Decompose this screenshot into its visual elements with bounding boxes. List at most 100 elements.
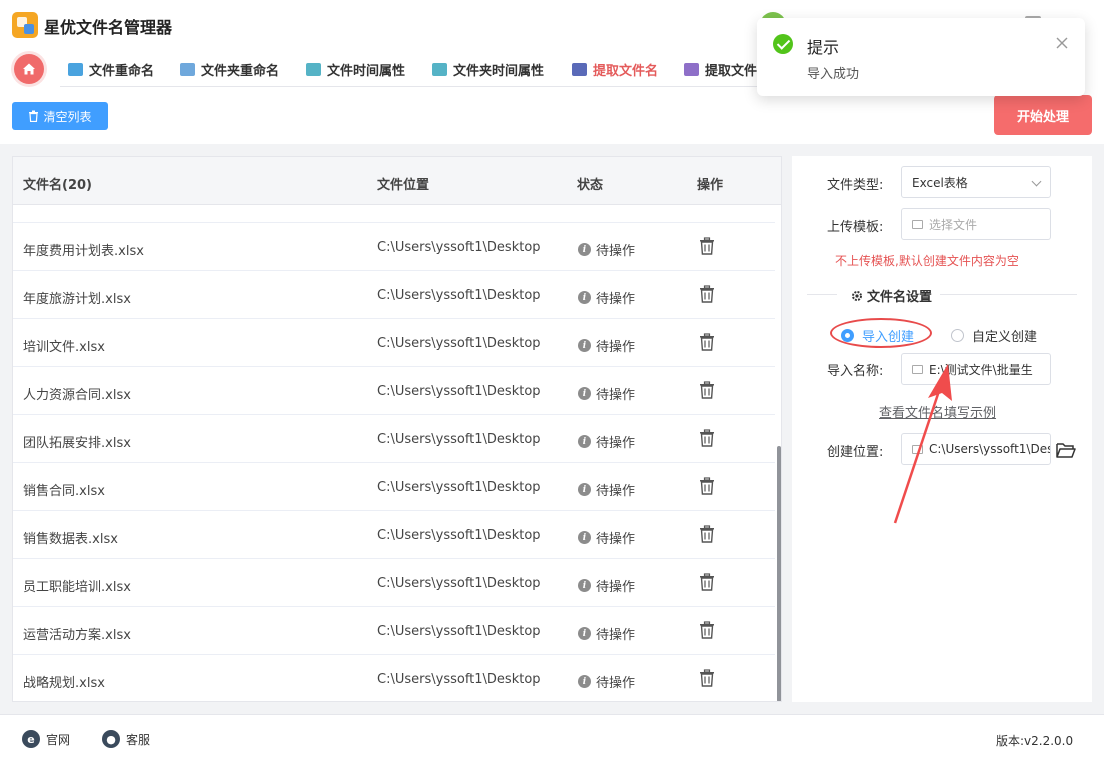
info-icon: i — [578, 483, 591, 496]
check-circle-icon — [773, 34, 793, 54]
tab-extract-file[interactable]: 提取文件 — [684, 58, 757, 80]
cell-location: C:\Users\yssoft1\Desktop — [377, 480, 541, 495]
cell-filename: 销售数据表.xlsx — [23, 532, 118, 547]
tab-extract-filename[interactable]: 提取文件名 — [572, 58, 658, 80]
cell-location: C:\Users\yssoft1\Desktop — [377, 384, 541, 399]
tab-folder-rename[interactable]: 文件夹重命名 — [180, 58, 279, 80]
status-text: 待操作 — [596, 628, 636, 643]
start-process-button[interactable]: 开始处理 — [994, 95, 1092, 135]
table-row[interactable]: 培训文件.xlsx C:\Users\yssoft1\Desktop i 待操作 — [13, 319, 775, 367]
delete-icon[interactable] — [698, 333, 716, 351]
delete-icon[interactable] — [698, 237, 716, 255]
website-link[interactable]: e 官网 — [22, 730, 70, 748]
cell-filename: 培训文件.xlsx — [23, 340, 105, 355]
upload-template-label: 上传模板: — [827, 220, 884, 235]
clear-list-button[interactable]: 清空列表 — [12, 102, 108, 130]
cell-location: C:\Users\yssoft1\Desktop — [377, 288, 541, 303]
header-status: 状态 — [577, 178, 604, 193]
file-time-icon — [306, 62, 321, 76]
cell-location: C:\Users\yssoft1\Desktop — [377, 672, 541, 687]
delete-icon[interactable] — [698, 381, 716, 399]
status-text: 待操作 — [596, 436, 636, 451]
status-text: 待操作 — [596, 388, 636, 403]
cell-location: C:\Users\yssoft1\Desktop — [377, 624, 541, 639]
chevron-down-icon — [1031, 176, 1042, 187]
table-row[interactable]: 员工职能培训.xlsx C:\Users\yssoft1\Desktop i 待操作 — [13, 559, 775, 607]
radio-unchecked-icon — [951, 329, 964, 342]
cell-filename: 团队拓展安排.xlsx — [23, 436, 131, 451]
table-row[interactable]: 战略规划.xlsx C:\Users\yssoft1\Desktop i 待操作 — [13, 655, 775, 701]
table-row[interactable]: 销售数据表.xlsx C:\Users\yssoft1\Desktop i 待操作 — [13, 511, 775, 559]
folder-icon — [912, 219, 923, 229]
table-row[interactable]: 年度旅游计划.xlsx C:\Users\yssoft1\Desktop i 待操作 — [13, 271, 775, 319]
info-icon: i — [578, 579, 591, 592]
delete-icon[interactable] — [698, 477, 716, 495]
clear-list-label: 清空列表 — [43, 109, 92, 124]
file-rename-icon — [68, 62, 83, 76]
cell-filename: 销售合同.xlsx — [23, 484, 105, 499]
upload-template-input[interactable]: 选择文件 — [901, 208, 1051, 240]
close-icon[interactable] — [1055, 36, 1069, 50]
info-icon: i — [578, 435, 591, 448]
cell-status: i 待操作 — [578, 480, 635, 499]
section-title-text: 文件名设置 — [867, 290, 933, 305]
table-body[interactable]: 年度费用计划表.xlsx C:\Users\yssoft1\Desktop i 待操作… — [13, 205, 775, 701]
cell-status: i 待操作 — [578, 336, 635, 355]
website-label: 官网 — [46, 732, 71, 747]
extract-file-icon — [684, 62, 699, 76]
support-link[interactable]: ● 客服 — [102, 730, 150, 748]
cell-status: i 待操作 — [578, 288, 635, 307]
status-text: 待操作 — [596, 244, 636, 259]
section-divider-left — [807, 294, 837, 295]
support-label: 客服 — [126, 732, 151, 747]
info-icon: i — [578, 387, 591, 400]
file-type-select[interactable]: Excel表格 — [901, 166, 1051, 198]
delete-icon[interactable] — [698, 429, 716, 447]
folder-time-icon — [432, 62, 447, 76]
extract-filename-icon — [572, 62, 587, 76]
delete-icon[interactable] — [698, 285, 716, 303]
home-icon — [23, 63, 35, 75]
cell-filename: 员工职能培训.xlsx — [23, 580, 131, 595]
cell-location: C:\Users\yssoft1\Desktop — [377, 432, 541, 447]
cell-location: C:\Users\yssoft1\Desktop — [377, 528, 541, 543]
status-text: 待操作 — [596, 292, 636, 307]
info-icon: i — [578, 291, 591, 304]
status-text: 待操作 — [596, 580, 636, 595]
app-logo-icon — [12, 12, 38, 38]
table-row[interactable]: 人力资源合同.xlsx C:\Users\yssoft1\Desktop i 待操作 — [13, 367, 775, 415]
delete-icon[interactable] — [698, 669, 716, 687]
cell-status: i 待操作 — [578, 528, 635, 547]
table-row[interactable]: 运营活动方案.xlsx C:\Users\yssoft1\Desktop i 待操作 — [13, 607, 775, 655]
tab-folder-time[interactable]: 文件夹时间属性 — [432, 58, 544, 80]
table-row[interactable]: 团队拓展安排.xlsx C:\Users\yssoft1\Desktop i 待操作 — [13, 415, 775, 463]
template-hint: 不上传模板,默认创建文件内容为空 — [835, 254, 1019, 268]
tab-file-rename[interactable]: 文件重命名 — [68, 58, 154, 80]
header-filename: 文件名(20) — [23, 178, 92, 193]
delete-icon[interactable] — [698, 573, 716, 591]
radio-custom-label: 自定义创建 — [972, 330, 1038, 345]
cell-filename: 年度旅游计划.xlsx — [23, 292, 131, 307]
home-button[interactable] — [14, 54, 44, 84]
scrollbar[interactable] — [777, 446, 781, 701]
info-icon: i — [578, 243, 591, 256]
radio-custom-create[interactable]: 自定义创建 — [951, 326, 1037, 345]
tab-label: 文件夹时间属性 — [453, 63, 545, 79]
tab-label: 提取文件名 — [593, 63, 659, 79]
gear-icon — [852, 290, 862, 301]
delete-icon[interactable] — [698, 525, 716, 543]
file-type-label: 文件类型: — [827, 178, 884, 193]
cell-status: i 待操作 — [578, 240, 635, 259]
trash-icon — [29, 110, 39, 122]
cell-status: i 待操作 — [578, 624, 635, 643]
cell-status: i 待操作 — [578, 432, 635, 451]
delete-icon[interactable] — [698, 621, 716, 639]
table-header: 文件名(20) 文件位置 状态 操作 — [13, 157, 781, 205]
tab-file-time[interactable]: 文件时间属性 — [306, 58, 405, 80]
table-row[interactable]: 年度费用计划表.xlsx C:\Users\yssoft1\Desktop i 待操作 — [13, 223, 775, 271]
table-row[interactable]: 销售合同.xlsx C:\Users\yssoft1\Desktop i 待操作 — [13, 463, 775, 511]
cell-filename: 运营活动方案.xlsx — [23, 628, 131, 643]
cell-status: i 待操作 — [578, 384, 635, 403]
open-folder-icon[interactable] — [1056, 441, 1076, 459]
info-icon: i — [578, 627, 591, 640]
